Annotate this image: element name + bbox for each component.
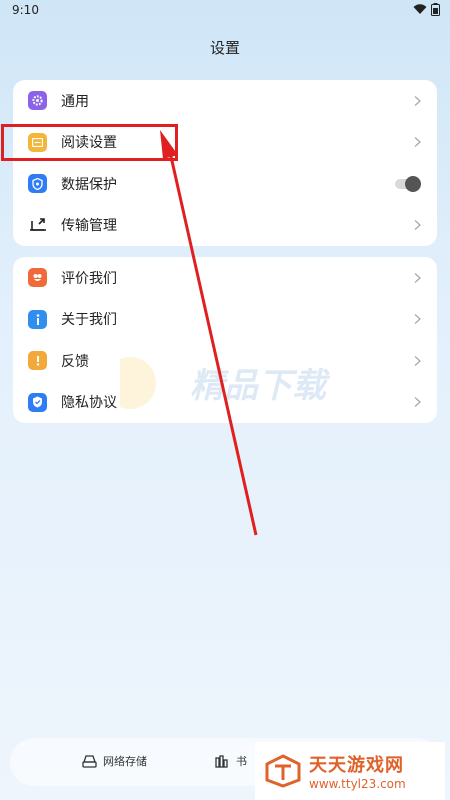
flower-icon — [28, 268, 47, 288]
chevron-right-icon — [414, 95, 421, 106]
chevron-right-icon — [414, 220, 421, 231]
battery-icon — [431, 3, 440, 16]
shield-lock-icon — [28, 174, 47, 194]
settings-item-data-protection[interactable]: 数据保护 — [13, 163, 437, 205]
status-bar: 9:10 — [0, 0, 450, 22]
transfer-icon — [28, 216, 47, 235]
logo-icon — [265, 754, 301, 788]
logo-title: 天天游戏网 — [309, 755, 404, 776]
annotation-highlight-box — [1, 124, 178, 161]
settings-item-transfer[interactable]: 传输管理 — [13, 205, 437, 247]
settings-item-label: 关于我们 — [61, 312, 117, 329]
site-logo-watermark: 天天游戏网 www.ttyl23.com — [255, 742, 445, 800]
nav-item-bookshelf[interactable]: 书 — [215, 753, 247, 769]
settings-item-label: 隐私协议 — [61, 395, 117, 412]
gear-icon — [28, 91, 47, 111]
nav-item-network-storage[interactable]: 网络存储 — [82, 753, 147, 769]
settings-group-general: 通用 阅读设置 数据保护 传输管理 — [13, 80, 437, 246]
nav-item-label: 书 — [236, 755, 247, 768]
chevron-right-icon — [414, 137, 421, 148]
feedback-icon — [28, 351, 47, 371]
settings-item-label: 评价我们 — [61, 270, 117, 287]
page-title: 设置 — [209, 39, 240, 57]
chevron-right-icon — [414, 314, 421, 325]
settings-item-label: 数据保护 — [61, 176, 117, 193]
status-time: 9:10 — [12, 3, 39, 17]
settings-item-label: 通用 — [61, 93, 89, 110]
bookshelf-icon — [215, 754, 228, 768]
nav-item-label: 网络存储 — [103, 755, 147, 768]
chevron-right-icon — [414, 272, 421, 283]
status-icons — [413, 3, 440, 16]
info-icon — [28, 309, 47, 329]
watermark-text: 精品下载 — [190, 366, 331, 406]
chevron-right-icon — [414, 355, 421, 366]
logo-url: www.ttyl23.com — [309, 777, 406, 791]
watermark: 精品下载 — [104, 355, 360, 425]
settings-item-general[interactable]: 通用 — [13, 80, 437, 122]
chevron-right-icon — [414, 397, 421, 408]
cloud-drive-icon — [82, 754, 97, 768]
wifi-icon — [413, 4, 427, 14]
settings-item-rate-us[interactable]: 评价我们 — [13, 257, 437, 299]
privacy-shield-icon — [28, 392, 47, 412]
settings-item-label: 传输管理 — [61, 218, 117, 235]
data-protection-toggle[interactable] — [395, 175, 421, 192]
settings-item-label: 反馈 — [61, 353, 89, 370]
settings-item-about-us[interactable]: 关于我们 — [13, 299, 437, 341]
